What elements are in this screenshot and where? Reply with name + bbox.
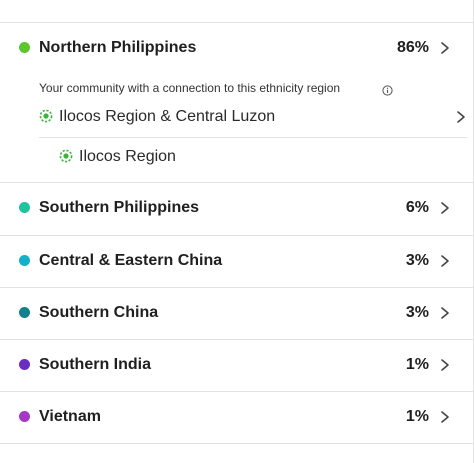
chevron-right-icon [439, 254, 451, 268]
region-name: Northern Philippines [39, 39, 197, 56]
region-name: Central & Eastern China [39, 252, 223, 269]
region-name: Southern India [39, 356, 151, 373]
community-item-ilocos-central-luzon[interactable]: Ilocos Region & Central Luzon [39, 100, 465, 137]
info-icon[interactable] [382, 83, 393, 96]
region-name: Southern Philippines [39, 199, 200, 216]
region-row-southern-india[interactable]: Southern India 1% [0, 339, 474, 391]
region-color-dot [19, 307, 30, 318]
region-color-dot [19, 359, 30, 370]
chevron-right-icon [439, 306, 451, 320]
region-percent: 1% [405, 408, 429, 425]
ethnicity-breakdown-panel: Northern Philippines 86% Your community … [0, 0, 474, 463]
bottom-divider [0, 443, 474, 444]
region-percent: 3% [405, 304, 429, 321]
region-percent: 3% [405, 252, 429, 269]
region-color-dot [19, 42, 30, 53]
region-percent: 6% [405, 199, 429, 216]
region-name: Southern China [39, 304, 159, 321]
community-dot-icon [39, 109, 53, 123]
chevron-right-icon [439, 358, 451, 372]
chevron-right-icon [439, 410, 451, 424]
region-row-southern-philippines[interactable]: Southern Philippines 6% [0, 182, 474, 234]
region-percent: 86% [396, 39, 429, 56]
region-percent: 1% [405, 356, 429, 373]
region-row-southern-china[interactable]: Southern China 3% [0, 287, 474, 339]
community-primary-label: Ilocos Region & Central Luzon [59, 108, 276, 125]
community-secondary-label: Ilocos Region [79, 148, 176, 165]
region-row-northern-philippines[interactable]: Northern Philippines 86% [0, 22, 474, 74]
community-item-ilocos-region[interactable]: Ilocos Region [59, 138, 359, 176]
region-color-dot [19, 202, 30, 213]
region-color-dot [19, 411, 30, 422]
region-color-dot [19, 255, 30, 266]
region-row-central-eastern-china[interactable]: Central & Eastern China 3% [0, 235, 474, 287]
region-name: Vietnam [39, 408, 101, 425]
chevron-right-icon [439, 41, 451, 55]
community-dot-icon [59, 149, 73, 163]
community-note: Your community with a connection to this… [39, 81, 341, 95]
region-row-vietnam[interactable]: Vietnam 1% [0, 391, 474, 443]
chevron-right-icon [455, 110, 467, 124]
chevron-right-icon [439, 201, 451, 215]
